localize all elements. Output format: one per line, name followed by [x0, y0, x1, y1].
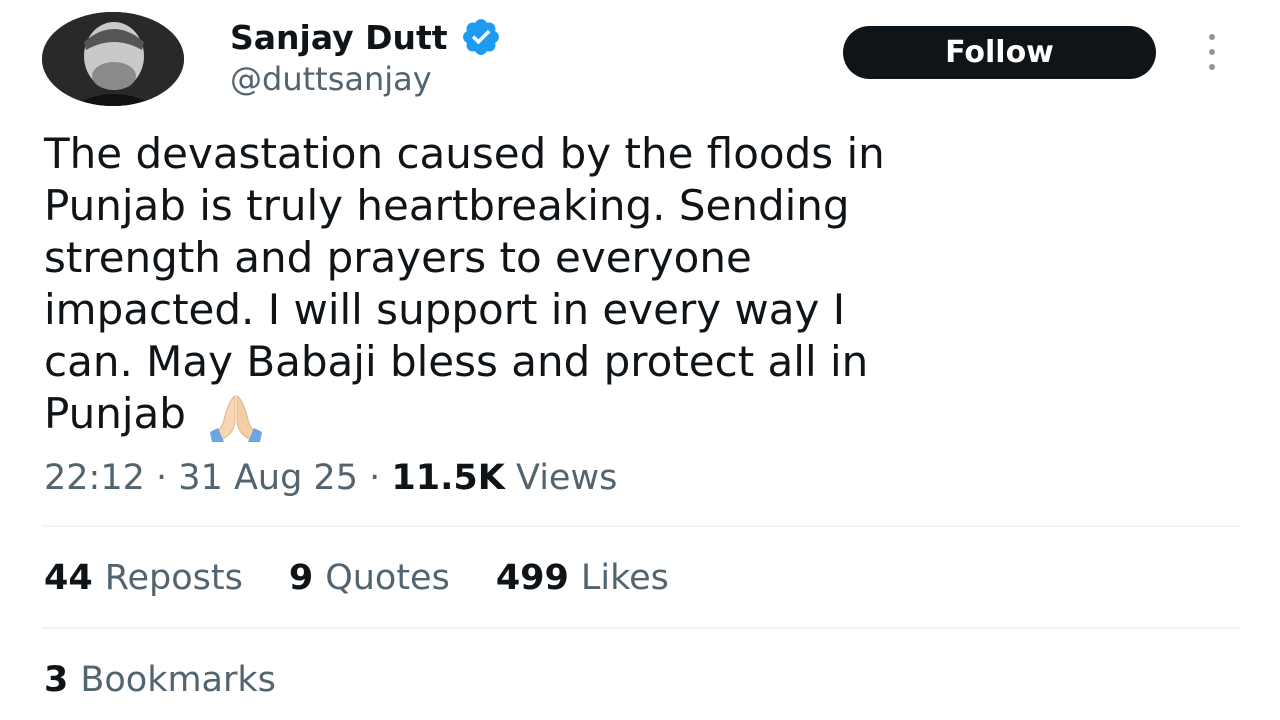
follow-button[interactable]: Follow — [843, 26, 1156, 79]
quotes-count: 9 — [288, 558, 314, 598]
author-display-name[interactable]: Sanjay Dutt — [230, 18, 448, 57]
tweet-line: can. May Babaji bless and protect all in — [44, 337, 869, 386]
tweet-line: impacted. I will support in every way I — [44, 285, 846, 334]
likes-label: Likes — [580, 558, 669, 598]
views-count: 11.5K — [391, 458, 505, 498]
views-label: Views — [516, 458, 618, 498]
more-dot — [1209, 34, 1215, 40]
author-handle[interactable]: @duttsanjay — [230, 60, 432, 98]
reposts-count: 44 — [44, 558, 93, 598]
bookmarks-label: Bookmarks — [80, 660, 276, 700]
meta-separator: · — [156, 458, 168, 498]
engagement-stats: 44 Reposts 9 Quotes 499 Likes — [44, 558, 669, 598]
tweet-line: strength and prayers to everyone — [44, 233, 752, 282]
likes-stat[interactable]: 499 Likes — [496, 558, 669, 598]
avatar[interactable] — [42, 12, 184, 106]
more-dot — [1209, 64, 1215, 70]
likes-count: 499 — [495, 558, 569, 598]
quotes-stat[interactable]: 9 Quotes — [289, 558, 450, 598]
tweet-date[interactable]: 31 Aug 25 — [178, 458, 358, 498]
tweet-last-line: Punjab — [44, 388, 1244, 442]
bookmarks-stat[interactable]: 3 Bookmarks — [44, 660, 276, 700]
divider — [42, 525, 1240, 527]
verified-badge-icon — [460, 16, 502, 58]
folded-hands-icon — [204, 392, 268, 442]
quotes-label: Quotes — [325, 558, 450, 598]
profile-photo — [42, 12, 184, 106]
tweet-line: Punjab is truly heartbreaking. Sending — [44, 181, 850, 230]
tweet-line: Punjab — [44, 389, 186, 438]
more-dot — [1209, 49, 1215, 55]
tweet-text: The devastation caused by the floods in … — [44, 128, 1244, 442]
reposts-label: Reposts — [104, 558, 243, 598]
reposts-stat[interactable]: 44 Reposts — [44, 558, 243, 598]
tweet-line: The devastation caused by the floods in — [44, 129, 885, 178]
bookmarks-count: 3 — [44, 660, 69, 700]
author-name-row: Sanjay Dutt — [230, 16, 502, 58]
more-vertical-icon[interactable] — [1202, 34, 1222, 70]
meta-separator: · — [369, 458, 381, 498]
tweet-time[interactable]: 22:12 — [44, 458, 145, 498]
tweet-meta: 22:12 · 31 Aug 25 · 11.5K Views — [44, 458, 617, 498]
divider — [42, 627, 1240, 629]
